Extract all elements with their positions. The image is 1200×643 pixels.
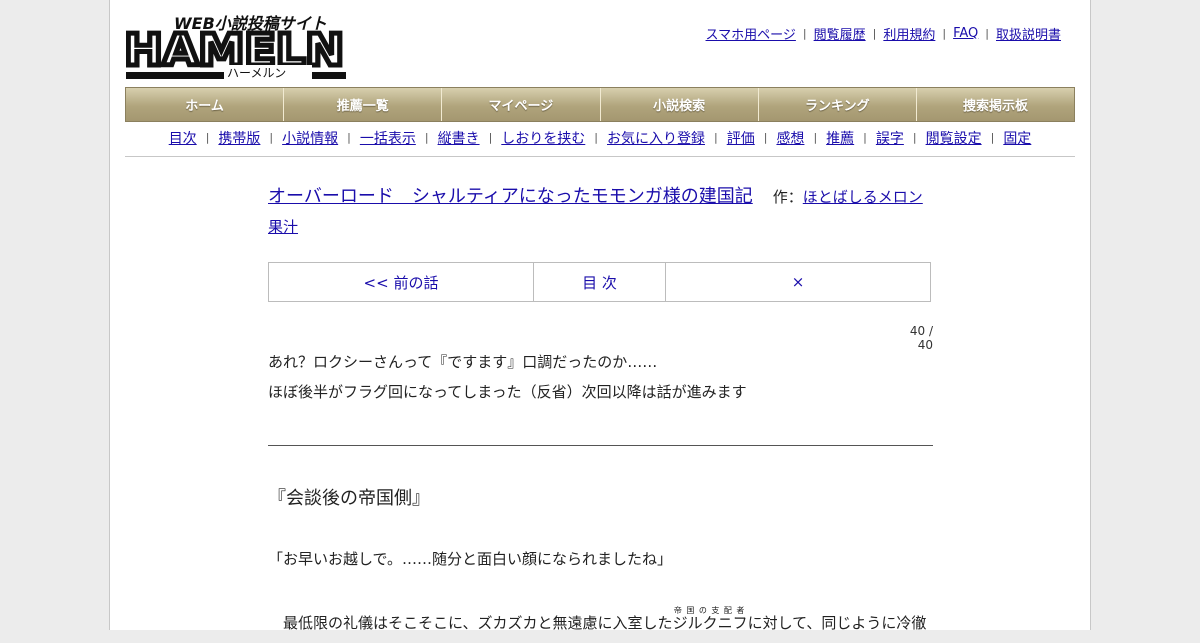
nav-recommendations[interactable]: 推薦一覧	[284, 88, 443, 121]
divider	[268, 445, 933, 446]
subnav-toc[interactable]: 目次	[169, 128, 197, 148]
separator: |	[942, 27, 947, 40]
subnav-bookmark[interactable]: しおりを挟む	[501, 128, 585, 148]
separator: |	[863, 131, 867, 144]
sub-nav: 目次 | 携帯版 | 小説情報 | 一括表示 | 縦書き | しおりを挟む | …	[125, 128, 1075, 157]
subnav-mobile[interactable]: 携帯版	[218, 128, 260, 148]
separator: |	[488, 131, 493, 144]
preface: あれ？ロクシーさんって『ですます』口調だったのか…… ほぼ後半がフラグ回になって…	[268, 350, 933, 410]
nav-mypage[interactable]: マイページ	[442, 88, 601, 121]
separator: |	[813, 131, 818, 144]
top-links: スマホ用ページ | 閲覧履歴 | 利用規約 | FAQ | 取扱説明書	[706, 24, 1061, 43]
subnav-favorite[interactable]: お気に入り登録	[607, 128, 705, 148]
hameln-logo[interactable]: WEB小説投稿サイト HAMELN ハーメルン	[126, 10, 346, 80]
separator: |	[424, 131, 429, 144]
separator: |	[872, 27, 877, 40]
separator: |	[594, 131, 598, 144]
nav-search-board[interactable]: 捜索掲示板	[917, 88, 1074, 121]
toc-button[interactable]: 目 次	[534, 263, 666, 301]
main-nav: ホーム 推薦一覧 マイページ 小説検索 ランキング 捜索掲示板	[125, 87, 1075, 122]
chapter-body: 『会談後の帝国側』 「お早いお越しで。……随分と面白い顔になられましたね」 最低…	[268, 486, 933, 632]
subnav-comments[interactable]: 感想	[776, 128, 804, 148]
nav-novel-search[interactable]: 小説検索	[601, 88, 759, 121]
subnav-novel-info[interactable]: 小説情報	[282, 128, 338, 148]
body-text-segment: に対して、同じように冷徹	[747, 614, 927, 632]
separator: |	[714, 131, 718, 144]
page-count: 40 / 40	[909, 324, 933, 352]
novel-title-link[interactable]: オーバーロード シャルティアになったモモンガ様の建国記	[268, 186, 753, 207]
separator: |	[347, 131, 351, 144]
logo-kana: ハーメルン	[227, 66, 286, 80]
separator: |	[912, 131, 917, 144]
separator: |	[269, 131, 274, 144]
body-paragraph: 最低限の礼儀はそこそこに、ズカズカと無遠慮に入室したジルクニフ帝国の支配者に対し…	[268, 603, 926, 643]
separator: |	[205, 131, 210, 144]
body-paragraph: 「お早いお越しで。……随分と面白い顔になられましたね」	[268, 550, 672, 568]
subnav-rating[interactable]: 評価	[727, 128, 755, 148]
subnav-show-all[interactable]: 一括表示	[360, 128, 416, 148]
separator: |	[802, 27, 807, 40]
subnav-pin[interactable]: 固定	[1003, 128, 1031, 148]
subnav-view-settings[interactable]: 閲覧設定	[926, 128, 982, 148]
novel-header: オーバーロード シャルティアになったモモンガ様の建国記 作：ほとばしるメロン果汁	[268, 182, 933, 242]
preface-line: あれ？ロクシーさんって『ですます』口調だったのか……	[268, 353, 658, 371]
subnav-vertical[interactable]: 縦書き	[438, 128, 480, 148]
nav-home[interactable]: ホーム	[126, 88, 285, 121]
ruby-base: ジルクニフ	[672, 614, 748, 632]
ruby-text: 帝国の支配者	[672, 606, 748, 615]
prev-chapter-button[interactable]: << 前の話	[269, 263, 534, 301]
link-faq[interactable]: FAQ	[953, 26, 978, 41]
separator: |	[985, 27, 989, 40]
link-history[interactable]: 閲覧履歴	[814, 24, 866, 43]
chapter-heading: 『会談後の帝国側』	[268, 488, 430, 509]
author-label: 作：	[772, 188, 803, 206]
body-text-segment: 最低限の礼儀はそこそこに、ズカズカと無遠慮に入室した	[268, 614, 673, 632]
nav-ranking[interactable]: ランキング	[759, 88, 917, 121]
close-button[interactable]: ×	[666, 263, 930, 301]
subnav-recommend[interactable]: 推薦	[826, 128, 854, 148]
separator: |	[763, 131, 768, 144]
chapter-nav: << 前の話 目 次 ×	[268, 262, 931, 302]
subnav-typo[interactable]: 誤字	[876, 128, 904, 148]
link-terms[interactable]: 利用規約	[883, 24, 935, 43]
link-smartphone-page[interactable]: スマホ用ページ	[706, 24, 796, 43]
link-manual[interactable]: 取扱説明書	[996, 24, 1061, 43]
preface-line: ほぼ後半がフラグ回になってしまった（反省）次回以降は話が進みます	[268, 383, 747, 401]
ruby-annotation: ジルクニフ帝国の支配者	[672, 606, 748, 632]
page-container: WEB小説投稿サイト HAMELN ハーメルン スマホ用ページ | 閲覧履歴 |…	[109, 0, 1091, 632]
separator: |	[990, 131, 995, 144]
